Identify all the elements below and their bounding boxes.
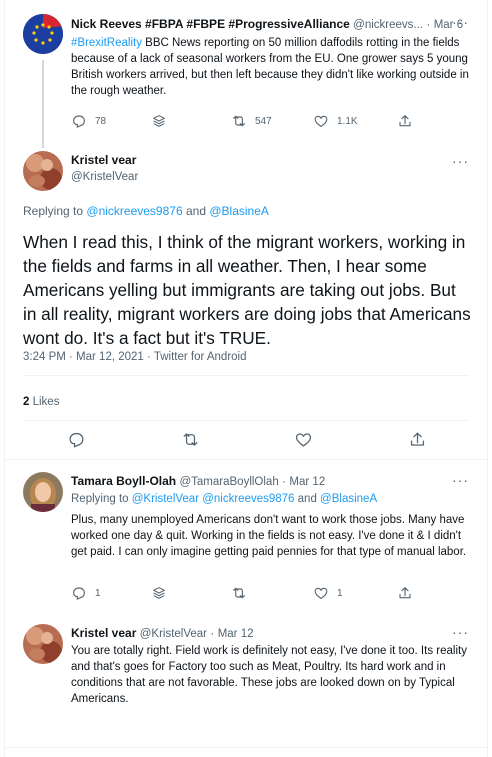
retweet-icon <box>233 587 245 599</box>
mention-link[interactable]: @nickreeves9876 <box>86 204 182 218</box>
reply-icon <box>73 587 85 600</box>
like-icon <box>314 115 328 128</box>
share-button[interactable] <box>397 585 413 601</box>
likes-count: 2 <box>23 396 30 408</box>
avatar[interactable] <box>23 624 63 664</box>
mention-link[interactable]: @BlasineA <box>320 493 377 505</box>
stack-icon <box>153 587 165 599</box>
share-button[interactable] <box>397 113 413 129</box>
tweet-text: When I read this, I think of the migrant… <box>23 232 471 348</box>
replying-to-label: Replying to <box>23 204 84 218</box>
tweet-date[interactable]: Mar 12 <box>289 476 325 488</box>
tweet-actions: 78 547 1.1K <box>71 113 421 129</box>
likes-stat[interactable]: 2 Likes <box>23 396 59 408</box>
share-icon <box>399 115 411 127</box>
replying-to: Replying to @KristelVear @nickreeves9876… <box>71 491 377 507</box>
avatar[interactable] <box>23 472 63 512</box>
and-label: and <box>185 204 206 218</box>
reply-count: 78 <box>95 115 107 127</box>
retweet-button[interactable]: 547 <box>231 113 313 129</box>
stack-button[interactable] <box>151 585 231 601</box>
replying-to-label: Replying to <box>71 493 129 505</box>
tweet-actions <box>67 430 427 449</box>
stack-icon <box>153 115 165 127</box>
like-icon <box>314 587 328 600</box>
tweet-text: You are totally right. Field work is def… <box>71 645 467 705</box>
retweet-count: 547 <box>255 115 272 127</box>
timeline-column: Nick Reeves #FBPA #FBPE #ProgressiveAlli… <box>4 0 488 757</box>
stack-button[interactable] <box>151 113 231 129</box>
focused-tweet: Kristel vear @KristelVear ··· Replying t… <box>5 140 487 458</box>
thread-connector <box>42 60 44 148</box>
likes-label: Likes <box>32 396 60 408</box>
reply-count: 1 <box>95 587 101 599</box>
tweet-actions: 1 1 <box>71 585 421 601</box>
separator-dot: · <box>282 474 287 488</box>
reply-icon <box>73 115 85 128</box>
retweet-button[interactable] <box>231 585 313 601</box>
reply-button[interactable]: 1 <box>71 585 151 601</box>
divider <box>23 375 469 376</box>
parent-tweet[interactable]: Nick Reeves #FBPA #FBPE #ProgressiveAlli… <box>5 0 487 148</box>
like-button[interactable]: 1 <box>313 585 397 601</box>
like-count: 1 <box>337 587 343 599</box>
retweet-icon <box>233 115 245 127</box>
replying-to: Replying to @nickreeves9876 and @Blasine… <box>23 203 269 219</box>
tweet-text: Plus, many unemployed Americans don't wa… <box>71 514 467 558</box>
more-options-icon[interactable]: ··· <box>452 624 469 640</box>
more-options-icon[interactable]: ··· <box>452 153 469 169</box>
retweet-icon[interactable] <box>181 430 200 449</box>
author-handle[interactable]: @KristelVear <box>140 628 207 640</box>
avatar[interactable] <box>23 14 63 54</box>
divider <box>5 747 487 748</box>
profile-photo-image <box>23 151 63 191</box>
like-button[interactable]: 1.1K <box>313 113 397 129</box>
like-count: 1.1K <box>337 115 358 127</box>
divider <box>23 420 469 421</box>
mention-links[interactable]: @KristelVear @nickreeves9876 <box>132 493 295 505</box>
reply-tweet[interactable]: Kristel vear @KristelVear · Mar 12 ··· Y… <box>5 612 487 757</box>
reply-tweet[interactable]: Tamara Boyll-Olah @TamaraBoyllOlah · Mar… <box>5 460 487 610</box>
tweet-date[interactable]: Mar 12 <box>218 628 254 640</box>
share-icon <box>399 587 411 599</box>
author-handle[interactable]: @KristelVear <box>71 171 138 183</box>
author-handle[interactable]: @TamaraBoyllOlah <box>179 476 278 488</box>
reply-button[interactable]: 78 <box>71 113 151 129</box>
author-handle[interactable]: @nickreevs... <box>353 19 423 31</box>
profile-photo-image <box>23 472 63 512</box>
and-label: and <box>297 493 317 505</box>
author-name[interactable]: Tamara Boyll-Olah <box>71 474 176 488</box>
mention-link[interactable]: @BlasineA <box>209 204 269 218</box>
avatar[interactable] <box>23 151 63 191</box>
eu-flag-avatar-image <box>23 14 63 54</box>
reply-icon[interactable] <box>67 430 86 449</box>
separator-dot: · <box>210 626 215 640</box>
tweet-timestamp[interactable]: 3:24 PM · Mar 12, 2021 · Twitter for And… <box>23 351 247 363</box>
share-icon[interactable] <box>408 430 427 449</box>
author-name[interactable]: Nick Reeves #FBPA #FBPE #ProgressiveAlli… <box>71 17 350 31</box>
like-icon[interactable] <box>294 430 313 449</box>
separator-dot: · <box>426 17 431 31</box>
more-options-icon[interactable]: ··· <box>452 472 469 488</box>
author-name[interactable]: Kristel vear <box>71 626 136 640</box>
tweet-text: #BrexitReality BBC News reporting on 50 … <box>71 35 471 99</box>
author-name[interactable]: Kristel vear <box>71 153 138 167</box>
hashtag-link[interactable]: #BrexitReality <box>71 37 142 49</box>
profile-photo-image <box>23 624 63 664</box>
more-options-icon[interactable]: ··· <box>452 14 469 30</box>
